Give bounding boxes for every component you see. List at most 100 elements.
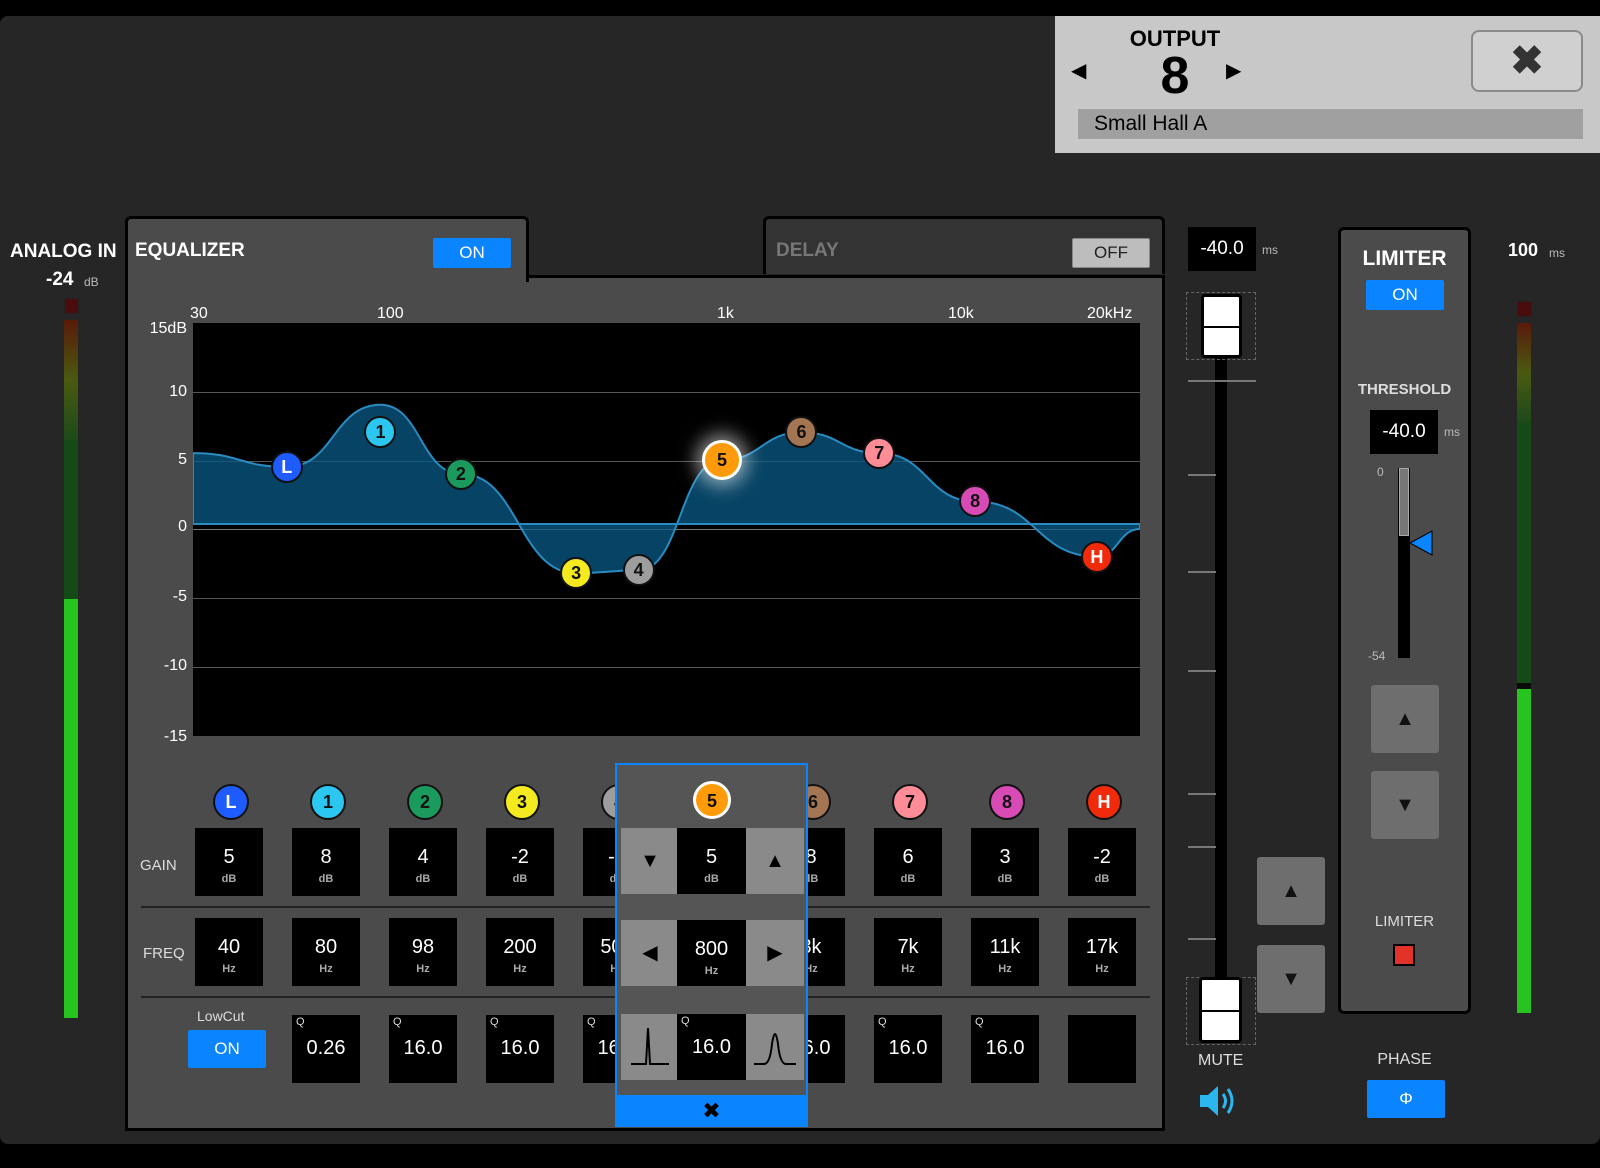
db-label-minus5: -5: [172, 588, 187, 605]
db-label-15: 15dB: [149, 320, 187, 337]
lowcut-toggle[interactable]: ON: [188, 1030, 266, 1068]
band-select-8[interactable]: 8: [989, 784, 1025, 820]
fader-up-button[interactable]: ▲: [1257, 857, 1325, 925]
freq-value: 200: [503, 936, 537, 958]
input-level-fill: [64, 599, 78, 1018]
eq-node-5[interactable]: 5: [702, 440, 742, 480]
input-meter-unit: dB: [84, 275, 99, 289]
output-level-meter: [1517, 323, 1531, 1013]
popup-q-cell[interactable]: Q 16.0: [677, 1014, 746, 1080]
q-cell-h[interactable]: [1068, 1015, 1136, 1083]
freq-value: 98: [411, 936, 435, 958]
delay-title: DELAY: [776, 240, 839, 261]
q-cell-7[interactable]: Q 16.0: [874, 1015, 942, 1083]
gain-cell-7[interactable]: 6 dB: [874, 828, 942, 896]
preset-name[interactable]: Small Hall A: [1078, 109, 1583, 139]
gain-cell-l[interactable]: 5 dB: [195, 828, 263, 896]
gain-up-button[interactable]: ▲: [746, 828, 804, 894]
equalizer-toggle[interactable]: ON: [433, 238, 511, 268]
freq-down-button[interactable]: ◀: [621, 920, 679, 986]
freq-cell-l[interactable]: 40 Hz: [195, 918, 263, 986]
close-button[interactable]: ✖: [1471, 30, 1583, 92]
db-label-5: 5: [178, 451, 187, 468]
freq-label-100: 100: [377, 305, 404, 322]
q-cell-8[interactable]: Q 16.0: [971, 1015, 1039, 1083]
popup-close-button[interactable]: ✖: [617, 1095, 806, 1127]
popup-freq-cell[interactable]: 800 Hz: [677, 920, 746, 986]
freq-unit: Hz: [416, 963, 430, 975]
threshold-down-button[interactable]: ▼: [1371, 771, 1439, 839]
gain-cell-1[interactable]: 8 dB: [292, 828, 360, 896]
freq-unit: Hz: [513, 963, 527, 975]
eq-node-2[interactable]: 2: [444, 457, 477, 490]
prev-output-button[interactable]: ◀: [1071, 58, 1086, 83]
popup-gain-unit: dB: [704, 873, 719, 885]
gain-cell-h[interactable]: -2 dB: [1068, 828, 1136, 896]
eq-node-h[interactable]: H: [1080, 540, 1113, 573]
band-edit-popup: 5 ▼ 5 dB ▲ ◀ 800 Hz ▶ Q 16.0 ✖: [615, 763, 808, 1127]
freq-label-1k: 1k: [717, 305, 734, 322]
db-label-minus10: -10: [163, 657, 187, 674]
speaker-icon: [1200, 1086, 1234, 1116]
freq-up-button[interactable]: ▶: [746, 920, 804, 986]
filter-shape-wide-button[interactable]: [746, 1014, 804, 1080]
fader-down-button[interactable]: ▼: [1257, 945, 1325, 1013]
freq-cell-h[interactable]: 17k Hz: [1068, 918, 1136, 986]
output-meter-unit: ms: [1549, 246, 1565, 260]
lowcut-label: LowCut: [197, 1008, 245, 1024]
freq-cell-3[interactable]: 200 Hz: [486, 918, 554, 986]
gain-down-button[interactable]: ▼: [621, 828, 679, 894]
gain-row-label: GAIN: [140, 857, 177, 874]
eq-curve-graph[interactable]: L12345678H: [193, 323, 1140, 736]
freq-cell-2[interactable]: 98 Hz: [389, 918, 457, 986]
triangle-pointer-icon: [1408, 530, 1433, 556]
gain-cell-3[interactable]: -2 dB: [486, 828, 554, 896]
freq-cell-8[interactable]: 11k Hz: [971, 918, 1039, 986]
q-cell-2[interactable]: Q 16.0: [389, 1015, 457, 1083]
filter-shape-narrow-button[interactable]: [621, 1014, 679, 1080]
db-label-minus15: -15: [163, 728, 187, 745]
freq-unit: Hz: [1095, 963, 1109, 975]
gain-unit: dB: [997, 873, 1013, 885]
q-cell-1[interactable]: Q 0.26: [292, 1015, 360, 1083]
gain-value: 3: [999, 846, 1011, 868]
output-number: 8: [1160, 47, 1190, 105]
threshold-meter[interactable]: [1398, 468, 1410, 658]
q-value: 16.0: [888, 1037, 928, 1059]
fader-top-handle[interactable]: [1201, 294, 1242, 358]
threshold-up-button[interactable]: ▲: [1371, 685, 1439, 753]
gain-unit: dB: [415, 873, 431, 885]
popup-gain-cell[interactable]: 5 dB: [677, 828, 746, 894]
band-select-l[interactable]: L: [213, 784, 249, 820]
freq-value: 40: [217, 936, 241, 958]
band-select-3[interactable]: 3: [504, 784, 540, 820]
q-cell-3[interactable]: Q 16.0: [486, 1015, 554, 1083]
eq-node-4[interactable]: 4: [622, 554, 655, 587]
band-select-2[interactable]: 2: [407, 784, 443, 820]
band-select-h[interactable]: H: [1086, 784, 1122, 820]
popup-q-value: 16.0: [692, 1036, 731, 1058]
fader-value: -40.0: [1188, 227, 1256, 271]
freq-cell-7[interactable]: 7k Hz: [874, 918, 942, 986]
threshold-label: THRESHOLD: [1357, 381, 1452, 398]
gain-value: 6: [902, 846, 914, 868]
limiter-toggle[interactable]: ON: [1366, 280, 1444, 310]
limiter-indicator-label: LIMITER: [1374, 913, 1435, 930]
fader-handle[interactable]: [1199, 977, 1242, 1043]
mute-button[interactable]: [1196, 1081, 1238, 1126]
gain-value: 5: [223, 846, 235, 868]
freq-cell-1[interactable]: 80 Hz: [292, 918, 360, 986]
gain-cell-8[interactable]: 3 dB: [971, 828, 1039, 896]
band-select-7[interactable]: 7: [892, 784, 928, 820]
gain-cell-2[interactable]: 4 dB: [389, 828, 457, 896]
gain-unit: dB: [318, 873, 334, 885]
phase-button[interactable]: Φ: [1367, 1080, 1445, 1118]
threshold-value[interactable]: -40.0: [1370, 410, 1438, 454]
threshold-pointer[interactable]: [1408, 529, 1436, 562]
freq-unit: Hz: [901, 963, 915, 975]
limiter-active-indicator: [1393, 944, 1415, 966]
delay-toggle[interactable]: OFF: [1072, 238, 1150, 268]
band-select-1[interactable]: 1: [310, 784, 346, 820]
gain-unit: dB: [221, 873, 237, 885]
eq-node-l[interactable]: L: [270, 450, 303, 483]
